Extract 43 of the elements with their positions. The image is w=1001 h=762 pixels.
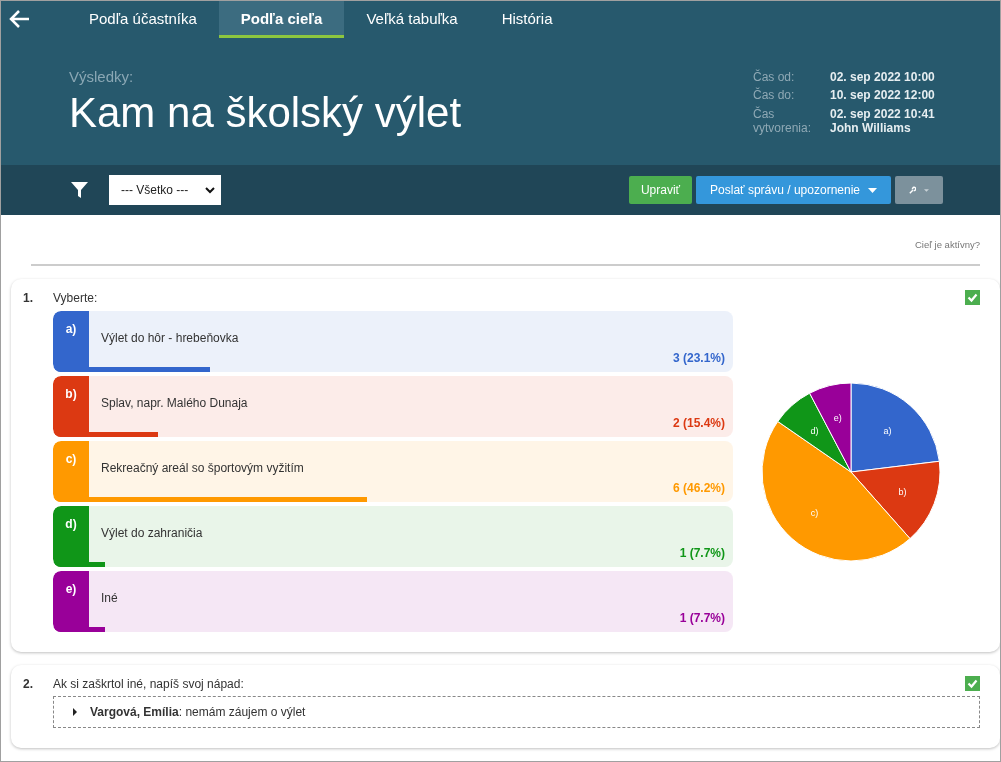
nav-tab[interactable]: Podľa účastníka xyxy=(67,1,219,38)
nav-tab[interactable]: Veľká tabuľka xyxy=(344,1,480,38)
meta-value: 02. sep 2022 10:00 xyxy=(830,70,936,84)
response-row[interactable]: Vargová, Emília: nemám záujem o výlet xyxy=(53,696,980,728)
meta-label: Čas od: xyxy=(753,70,796,86)
caret-icon xyxy=(924,187,929,193)
option-text: Rekreačný areál so športovým vyžitím xyxy=(101,461,304,477)
caret-icon xyxy=(868,187,877,193)
option-text: Splav, napr. Malého Dunaja xyxy=(101,396,248,412)
response-text: Vargová, Emília: nemám záujem o výlet xyxy=(90,705,306,719)
slice-label: a) xyxy=(883,425,892,436)
meta-value: 10. sep 2022 12:00 xyxy=(830,88,936,103)
option-text: Výlet do zahraničia xyxy=(101,526,203,542)
slice-label: e) xyxy=(833,413,842,424)
caret-icon[interactable] xyxy=(72,708,78,716)
question-number: 1. xyxy=(23,291,34,305)
filter-select[interactable]: --- Všetko --- xyxy=(109,175,221,205)
option-count: 2 (15.4%) xyxy=(672,416,725,430)
question-text: Ak si zaškrtol iné, napíš svoj nápad: xyxy=(53,677,244,691)
option-text: Iné xyxy=(101,591,118,607)
option-count: 1 (7.7%) xyxy=(679,611,725,625)
results-caption: Výsledky: xyxy=(69,68,135,85)
slice-label: c) xyxy=(810,508,819,519)
option-count: 1 (7.7%) xyxy=(679,546,725,560)
filter-icon[interactable] xyxy=(71,182,88,198)
option-text: Výlet do hôr - hrebeňovka xyxy=(101,331,239,347)
slice-label: b) xyxy=(898,486,907,497)
meta-label: Čas vytvorenia: xyxy=(753,106,813,137)
checkbox[interactable] xyxy=(965,676,980,691)
nav-tab[interactable]: Podľa cieľa xyxy=(218,1,345,38)
question-text: Vyberte: xyxy=(53,291,98,305)
nav-tab[interactable]: História xyxy=(479,1,575,38)
active-link[interactable]: Cieľ je aktívny? xyxy=(1,215,1000,250)
question-number: 2. xyxy=(23,677,34,691)
option-count: 6 (46.2%) xyxy=(672,481,725,495)
option-count: 3 (23.1%) xyxy=(672,351,725,365)
slice-label: d) xyxy=(810,425,819,436)
meta-label: Čas do: xyxy=(753,88,796,105)
meta-value: John Williams xyxy=(830,120,912,135)
chevron-down-icon xyxy=(205,186,215,194)
checkbox[interactable] xyxy=(965,290,980,305)
survey-title: Kam na školský výlet xyxy=(69,89,462,137)
meta-value: 02. sep 2022 10:41 xyxy=(830,106,936,121)
